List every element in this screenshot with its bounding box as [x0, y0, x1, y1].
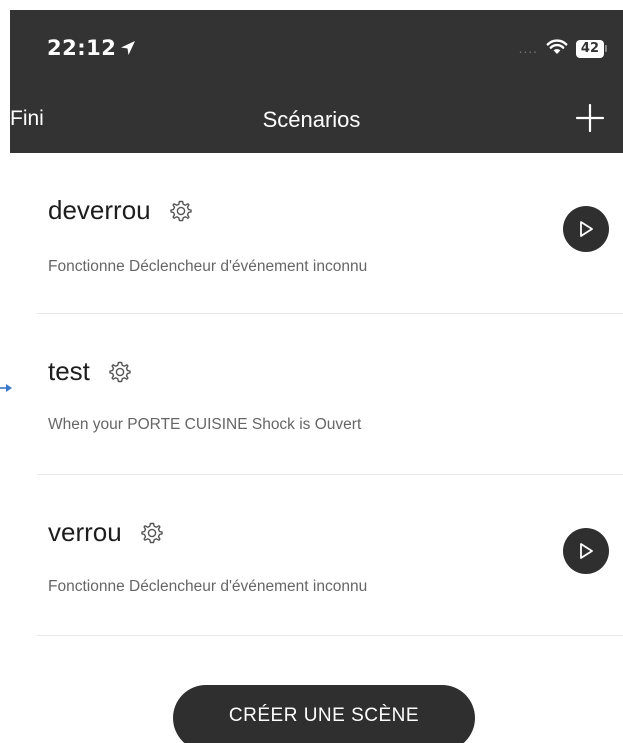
- scene-description: When your PORTE CUISINE Shock is Ouvert: [48, 416, 362, 433]
- status-time: 22:12: [47, 36, 136, 60]
- plus-icon: [575, 103, 605, 133]
- status-indicators: .... 42: [519, 38, 607, 59]
- battery-level: 42: [575, 39, 604, 58]
- gear-icon[interactable]: [140, 521, 164, 545]
- gear-icon[interactable]: [108, 360, 132, 384]
- scene-title-row: deverrou: [48, 195, 193, 226]
- scene-name: test: [48, 356, 90, 386]
- scene-title-row: verrou: [48, 517, 164, 548]
- scenarios-screen: 22:12 .... 42 Fini Scénarios deverrou Fo…: [0, 0, 623, 743]
- wifi-icon: [546, 38, 568, 59]
- run-scene-button[interactable]: [563, 206, 609, 252]
- scene-row[interactable]: deverrou Fonctionne Déclencheur d'événem…: [37, 153, 623, 314]
- scene-description: Fonctionne Déclencheur d'événement incon…: [48, 258, 368, 275]
- scene-row[interactable]: test When your PORTE CUISINE Shock is Ou…: [37, 314, 623, 475]
- app-header: 22:12 .... 42 Fini Scénarios: [10, 10, 623, 153]
- page-title: Scénarios: [262, 107, 361, 132]
- scene-row[interactable]: verrou Fonctionne Déclencheur d'événemen…: [37, 475, 623, 636]
- battery-indicator: 42: [575, 39, 607, 58]
- play-icon: [580, 221, 593, 237]
- scene-name: verrou: [48, 517, 122, 547]
- status-time-text: 22:12: [47, 36, 117, 60]
- scene-description: Fonctionne Déclencheur d'événement incon…: [48, 578, 368, 595]
- annotation-arrow-icon: [0, 378, 14, 397]
- add-scene-button[interactable]: [574, 102, 606, 134]
- cellular-signal: ....: [518, 41, 538, 56]
- create-scene-button[interactable]: CRÉER UNE SCÈNE: [173, 685, 475, 743]
- gear-icon[interactable]: [169, 199, 193, 223]
- location-arrow-icon: [120, 40, 136, 56]
- scene-title-row: test: [48, 356, 132, 387]
- scene-name: deverrou: [48, 195, 151, 225]
- battery-cap: [605, 45, 607, 52]
- run-scene-button[interactable]: [563, 528, 609, 574]
- play-icon: [580, 543, 593, 559]
